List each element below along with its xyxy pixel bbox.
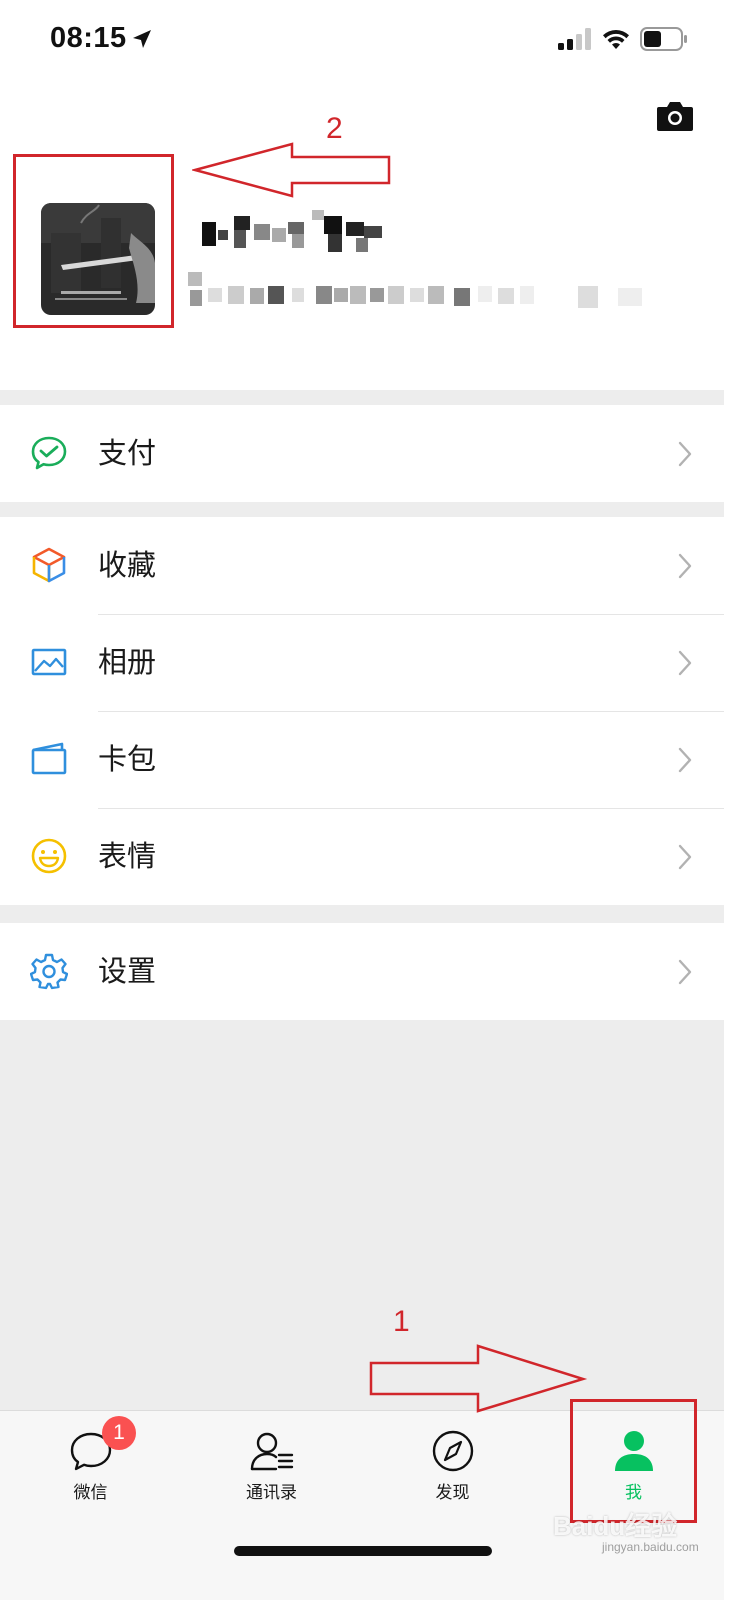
unread-badge: 1 (102, 1416, 136, 1450)
tab-label-chats: 微信 (73, 1483, 108, 1503)
location-arrow-icon (133, 30, 151, 48)
status-bar: 08:15 (0, 0, 724, 80)
card-wallet-icon (31, 742, 67, 775)
annotation-box-me-tab (570, 1399, 697, 1523)
status-time: 08:15 (50, 22, 127, 54)
menu-item-album[interactable]: 相册 (0, 614, 724, 711)
tab-contacts[interactable]: 通讯录 (181, 1411, 362, 1511)
menu-group-collections: 收藏 相册 卡包 表情 (0, 517, 724, 905)
wifi-icon (603, 29, 629, 49)
right-edge-strip (724, 0, 739, 1600)
smiley-sticker-icon (31, 838, 67, 874)
chevron-right-icon (678, 441, 692, 467)
annotation-number-1: 1 (393, 1305, 410, 1338)
camera-icon[interactable] (656, 100, 694, 132)
annotation-box-avatar (13, 154, 174, 328)
menu-item-pay[interactable]: 支付 (0, 405, 724, 502)
album-picture-icon (31, 648, 67, 676)
favorites-cube-icon (32, 547, 66, 583)
chevron-right-icon (678, 650, 692, 676)
chevron-right-icon (678, 553, 692, 579)
annotation-arrow-right-icon (369, 1344, 588, 1413)
menu-item-cards[interactable]: 卡包 (0, 711, 724, 808)
menu-item-favorites[interactable]: 收藏 (0, 517, 724, 614)
menu-item-stickers[interactable]: 表情 (0, 808, 724, 905)
compass-icon (432, 1430, 473, 1472)
menu-label-favorites: 收藏 (98, 548, 157, 582)
menu-label-pay: 支付 (98, 436, 157, 470)
tab-label-discover: 发现 (435, 1483, 470, 1503)
gear-icon (30, 953, 68, 990)
watermark-brand: Baidu经验 (553, 1511, 678, 1541)
menu-label-settings: 设置 (98, 954, 157, 988)
annotation-arrow-left-icon (192, 142, 391, 198)
tab-chats[interactable]: 1 微信 (0, 1411, 181, 1511)
nickname-pixelated (202, 210, 382, 252)
cellular-signal-icon (558, 28, 591, 50)
menu-label-album: 相册 (98, 645, 157, 679)
wechat-pay-icon (31, 436, 67, 470)
wechat-id-pixelated (188, 272, 642, 308)
wechat-me-screen: 08:15 支付 收藏 相册 卡包 表情 设置 1 微信 通讯录 发现 我 2 … (0, 0, 724, 1600)
menu-label-stickers: 表情 (98, 839, 157, 873)
battery-icon (640, 27, 687, 51)
tab-label-contacts: 通讯录 (246, 1483, 297, 1503)
contacts-person-icon (250, 1432, 293, 1471)
chevron-right-icon (678, 959, 692, 985)
menu-item-settings[interactable]: 设置 (0, 923, 724, 1020)
watermark-url: jingyan.baidu.com (602, 1540, 699, 1554)
menu-group-settings: 设置 (0, 923, 724, 1020)
menu-group-pay: 支付 (0, 405, 724, 502)
menu-label-cards: 卡包 (98, 742, 157, 776)
tab-discover[interactable]: 发现 (362, 1411, 543, 1511)
home-indicator (234, 1546, 492, 1556)
chevron-right-icon (678, 747, 692, 773)
chevron-right-icon (678, 844, 692, 870)
